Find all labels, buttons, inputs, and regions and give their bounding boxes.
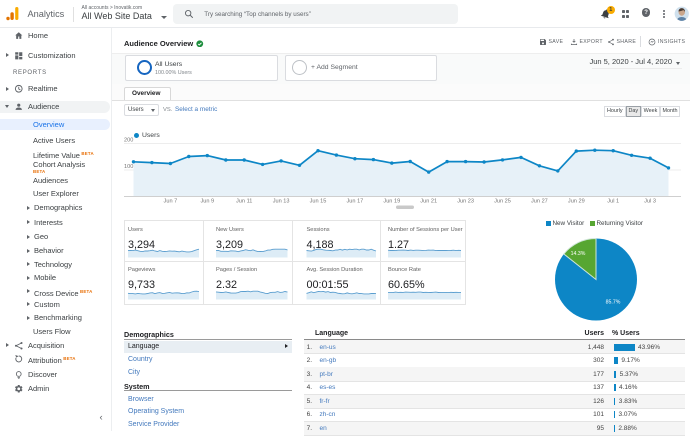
svg-text:85.7%: 85.7%: [606, 300, 621, 306]
svg-text:14.3%: 14.3%: [571, 251, 586, 257]
